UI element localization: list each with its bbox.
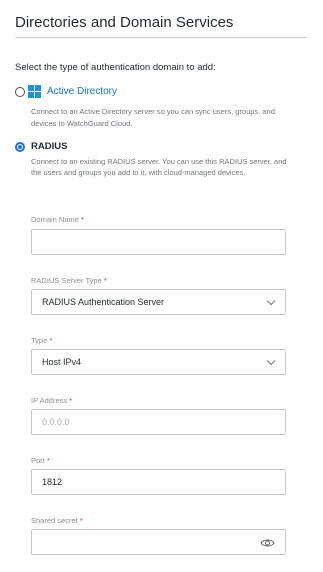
title-divider xyxy=(15,37,307,38)
shared-secret-label: Shared secret * xyxy=(31,516,83,525)
radius-radio[interactable] xyxy=(15,142,25,152)
active-directory-description: Connect to an Active Directory server so… xyxy=(31,107,275,128)
radius-server-type-select[interactable]: RADIUS Authentication Server xyxy=(31,289,286,315)
shared-secret-input[interactable] xyxy=(31,529,286,555)
radius-server-type-label: RADIUS Server Type * xyxy=(31,276,107,285)
type-select[interactable]: Host IPv4 xyxy=(31,349,286,375)
domain-type-prompt: Select the type of authentication domain… xyxy=(15,62,216,73)
eye-icon[interactable] xyxy=(260,538,275,550)
ip-address-placeholder: 0.0.0.0 xyxy=(42,417,70,427)
chevron-down-icon xyxy=(266,356,276,366)
domain-name-label: Domain Name * xyxy=(31,215,84,224)
port-input[interactable]: 1812 xyxy=(31,469,286,495)
windows-logo-icon xyxy=(28,85,41,98)
active-directory-radio[interactable] xyxy=(15,87,25,97)
ip-address-label: IP Address * xyxy=(31,396,73,405)
ip-address-input[interactable]: 0.0.0.0 xyxy=(31,409,286,435)
chevron-down-icon xyxy=(266,296,276,306)
page-title: Directories and Domain Services xyxy=(15,14,234,31)
radius-label[interactable]: RADIUS xyxy=(31,141,67,152)
type-label: Type * xyxy=(31,336,53,345)
domain-name-input[interactable] xyxy=(31,229,286,255)
port-label: Port * xyxy=(31,456,50,465)
active-directory-label[interactable]: Active Directory xyxy=(47,86,117,97)
radius-description: Connect to an existing RADIUS server. Yo… xyxy=(31,157,287,177)
